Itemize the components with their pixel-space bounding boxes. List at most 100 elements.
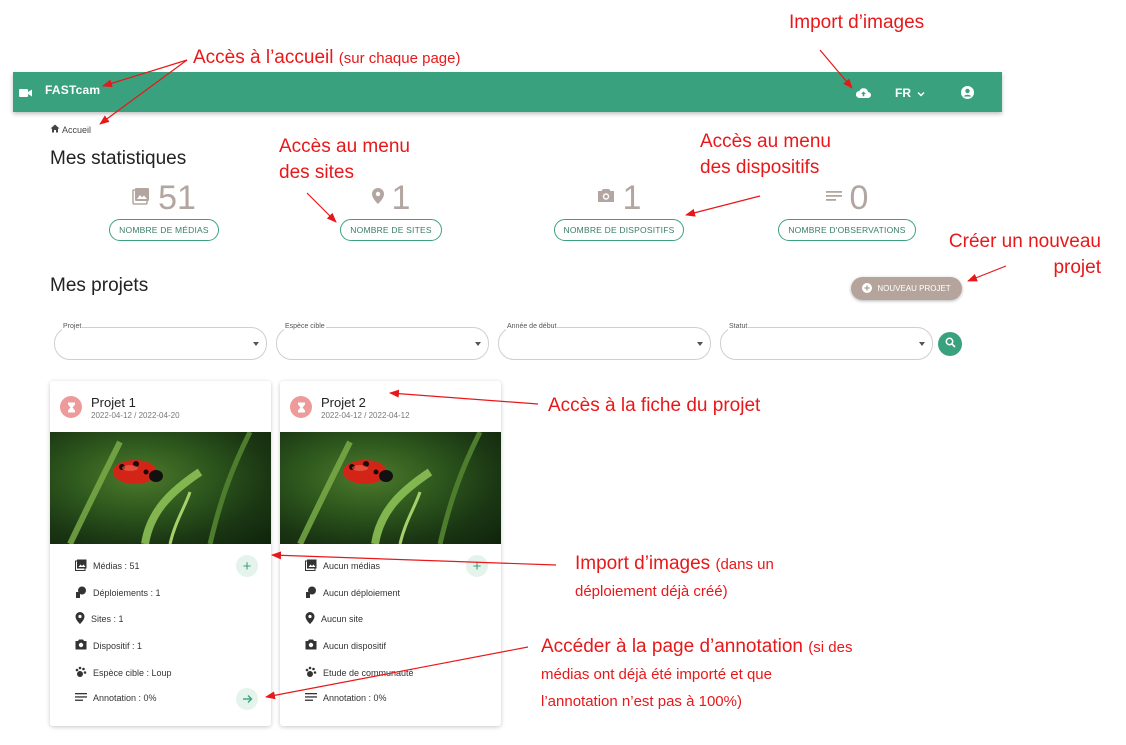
language-selector[interactable]: FR [895,86,925,100]
annotation-home-main: Accès à l’accueil [193,47,334,68]
image-icon [75,559,87,573]
project-annotation: Annotation : 0% [75,692,157,704]
project-sites-text: Sites : 1 [91,614,124,624]
annotation-import: Import d’images (dans un déploiement déj… [575,551,774,605]
annotation-new-project: Créer un nouveau projet [926,229,1101,281]
project-sites-text: Aucun site [321,614,364,624]
stat-observations: 0 NOMBRE D'OBSERVATIONS [778,180,916,241]
project-deployments: Déploiements : 1 [75,586,161,600]
stat-devices: 1 NOMBRE DE DISPOSITIFS [553,180,685,241]
project-medias-text: Aucun médias [323,561,381,571]
annotation-devices: Accès au menu des dispositifs [700,129,831,181]
stat-medias: 51 NOMBRE DE MÉDIAS [108,180,220,241]
project-annotation-text: Annotation : 0% [323,693,387,703]
filter-start-year[interactable]: Année de début [498,323,711,360]
project-medias: Aucun médias [305,559,380,573]
filter-project-label: Projet [62,323,83,330]
filter-project[interactable]: Projet [54,323,267,360]
paw-icon [305,666,317,680]
notes-icon [825,189,842,207]
project-species: Espèce cible : Loup [75,666,172,680]
annotation-devices-line2: des dispositifs [700,157,820,178]
app-home-link[interactable]: FASTcam [45,83,100,97]
breadcrumb-home: Accueil [62,124,92,135]
annotation-annot-small-2: médias ont déjà été importé et que [541,666,772,683]
arrow-sites [306,192,337,223]
project-medias: Médias : 51 [75,559,140,573]
import-images-button[interactable]: + [466,555,488,577]
search-icon [945,335,956,353]
annotation-sites: Accès au menu des sites [279,134,410,186]
project-device: Aucun dispositif [305,639,386,652]
filter-species[interactable]: Espèce cible [276,323,489,360]
location-pin-icon [75,612,85,626]
app-bar: FASTcam FR [13,72,1002,112]
deployment-icon [305,586,317,600]
stat-medias-value: 51 [158,179,196,217]
project-species-text: Etude de communauté [323,668,414,678]
image-icon [305,559,317,573]
filter-status[interactable]: Statut [720,323,933,360]
breadcrumb[interactable]: Accueil [50,124,91,135]
annotation-annotate: Accéder à la page d’annotation (si des m… [541,634,852,715]
add-circle-icon [862,282,873,295]
dropdown-arrow-icon [475,342,481,346]
project-sites: Aucun site [305,612,363,626]
project-deployments-text: Aucun déploiement [323,588,401,598]
annotation-sites-line1: Accès au menu [279,136,410,157]
annotation-annot-main: Accéder à la page d’annotation [541,636,803,657]
annotation-import-main: Import d’images [575,553,711,574]
stat-observations-button[interactable]: NOMBRE D'OBSERVATIONS [778,219,916,241]
project-title[interactable]: Projet 2 [321,395,366,410]
project-card[interactable]: Projet 2 2022-04-12 / 2022-04-12 Aucun m… [280,381,501,726]
annotation-import-small-2: déploiement déjà créé) [575,583,728,600]
location-pin-icon [371,187,384,209]
camera-icon [75,639,87,652]
stat-sites-button[interactable]: NOMBRE DE SITES [340,219,442,241]
search-button[interactable] [938,332,962,356]
import-images-button[interactable]: + [236,555,258,577]
account-icon[interactable] [961,86,974,104]
language-label: FR [895,86,911,100]
project-card[interactable]: Projet 1 2022-04-12 / 2022-04-20 Médias … [50,381,271,726]
project-sites: Sites : 1 [75,612,124,626]
notes-icon [75,692,87,704]
project-device: Dispositif : 1 [75,639,142,652]
annotation-new-line2: projet [1053,257,1101,278]
annotation-home: Accès à l’accueil (sur chaque page) [193,45,460,72]
project-dates: 2022-04-12 / 2022-04-12 [321,411,410,420]
annotation-devices-line1: Accès au menu [700,131,831,152]
stat-medias-button[interactable]: NOMBRE DE MÉDIAS [109,219,219,241]
projects-title: Mes projets [50,275,149,296]
project-annotation-text: Annotation : 0% [93,693,157,703]
project-species: Etude de communauté [305,666,414,680]
annotation-new-line1: Créer un nouveau [948,231,1101,252]
stat-devices-button[interactable]: NOMBRE DE DISPOSITIFS [553,219,685,241]
filter-species-label: Espèce cible [284,323,326,330]
home-icon [50,124,60,135]
project-deployments-text: Déploiements : 1 [93,588,161,598]
cloud-upload-icon[interactable] [855,86,871,104]
image-icon [132,187,150,210]
hourglass-icon [290,396,312,418]
annotation-fiche: Accès à la fiche du projet [548,395,761,416]
project-dates: 2022-04-12 / 2022-04-20 [91,411,180,420]
filter-status-label: Statut [728,323,749,330]
project-medias-text: Médias : 51 [93,561,140,571]
arrow-right-icon [242,692,253,707]
project-device-text: Dispositif : 1 [93,640,143,651]
camera-icon [305,639,317,652]
annotate-button[interactable] [236,688,258,710]
annotation-sites-line2: des sites [279,162,354,183]
stat-devices-value: 1 [622,179,642,217]
project-device-text: Aucun dispositif [323,640,387,651]
project-title[interactable]: Projet 1 [91,395,136,410]
dropdown-arrow-icon [253,342,259,346]
camera-icon [597,188,615,208]
notes-icon [305,692,317,704]
deployment-icon [75,586,87,600]
new-project-label: NOUVEAU PROJET [877,284,951,293]
hourglass-icon [60,396,82,418]
project-image [280,432,501,544]
arrow-devices [685,195,761,217]
